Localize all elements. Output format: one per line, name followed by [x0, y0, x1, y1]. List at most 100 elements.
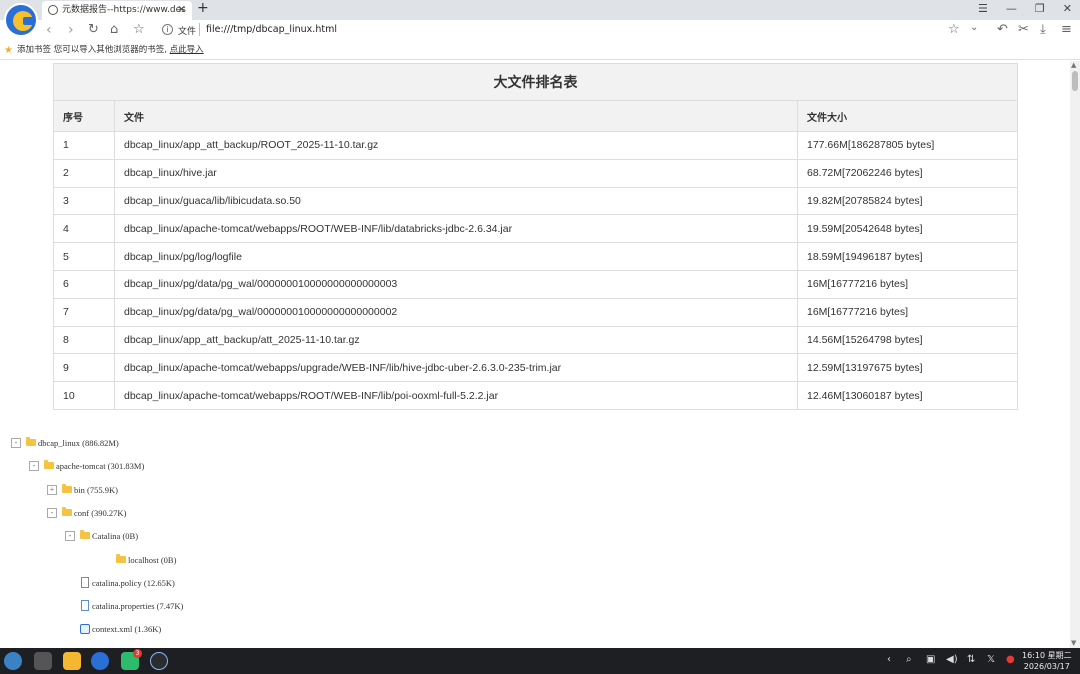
new-tab-icon[interactable]: + — [197, 0, 209, 16]
header-size: 文件大小 — [797, 100, 1018, 132]
task-view-icon[interactable] — [34, 652, 52, 670]
forward-icon[interactable]: › — [68, 20, 74, 40]
row-index: 6 — [53, 269, 115, 299]
table-header-row: 序号 文件 文件大小 — [53, 100, 1018, 132]
menu-icon[interactable]: ≡ — [1061, 22, 1072, 37]
collapse-toggle-icon[interactable]: - — [29, 461, 39, 472]
row-file-size: 16M[16777216 bytes] — [797, 269, 1018, 299]
home-icon[interactable]: ⌂ — [110, 20, 118, 40]
row-index: 7 — [53, 297, 115, 327]
browser-logo-icon[interactable] — [4, 3, 38, 37]
row-index: 3 — [53, 186, 115, 216]
tree-node-label: apache-tomcat (301.83M) — [56, 461, 145, 472]
address-bar[interactable]: file:///tmp/dbcap_linux.html — [206, 24, 337, 35]
tree-node[interactable]: catalina.properties (7.47K) — [0, 599, 600, 613]
import-bookmarks-link[interactable]: 点此导入 — [170, 45, 204, 55]
tree-node[interactable]: localhost (0B) — [0, 553, 600, 567]
row-index: 4 — [53, 214, 115, 244]
search-icon[interactable]: ⌕ — [906, 654, 912, 665]
row-file-path: dbcap_linux/apache-tomcat/webapps/upgrad… — [114, 353, 798, 383]
file-manager-icon[interactable] — [63, 652, 81, 670]
tree-node[interactable]: - apache-tomcat (301.83M) — [0, 459, 600, 473]
bookmark-hint: 添加书签 您可以导入其他浏览器的书签, — [17, 45, 167, 55]
tree-node[interactable]: - dbcap_linux (886.82M) — [0, 436, 600, 450]
folder-icon — [44, 460, 54, 470]
clock-date: 2026/03/17 — [1023, 662, 1070, 671]
table-row: 10 dbcap_linux/apache-tomcat/webapps/ROOT… — [53, 381, 1018, 410]
table-title: 大文件排名表 — [53, 63, 1018, 100]
folder-icon — [62, 506, 72, 516]
table-row: 8 dbcap_linux/app_att_backup/att_2025-11-… — [53, 325, 1018, 355]
tree-node-label: localhost (0B) — [128, 554, 177, 565]
info-icon[interactable]: i — [162, 24, 173, 35]
tree-node[interactable]: catalina.policy (12.65K) — [0, 576, 600, 590]
close-window-icon[interactable]: ✕ — [1063, 2, 1072, 15]
tray-expand-icon[interactable]: ‹ — [887, 654, 891, 665]
row-index: 10 — [53, 381, 115, 410]
folder-icon — [26, 437, 36, 446]
row-index: 5 — [53, 242, 115, 271]
row-file-path: dbcap_linux/hive.jar — [114, 158, 798, 188]
tree-node-label: dbcap_linux (886.82M) — [38, 438, 119, 448]
tree-node[interactable]: context.xml (1.36K) — [0, 622, 600, 636]
scissors-icon[interactable]: ✂ — [1018, 22, 1029, 37]
row-file-size: 12.59M[13197675 bytes] — [797, 353, 1018, 383]
scrollbar[interactable]: ▲ ▼ — [1070, 61, 1080, 648]
browser-tab[interactable]: 元数据报告--https://www.des — [42, 1, 192, 20]
tab-close-icon[interactable]: ✕ — [177, 3, 186, 16]
table-row: 9 dbcap_linux/apache-tomcat/webapps/upgra… — [53, 353, 1018, 383]
minimize-icon[interactable]: — — [1006, 2, 1017, 15]
bookmark-star-icon[interactable]: ☆ — [948, 22, 960, 37]
tree-node[interactable]: - conf (390.27K) — [0, 506, 600, 520]
menu-icon[interactable]: ☰ — [978, 2, 988, 15]
screen-icon[interactable]: ▣ — [926, 654, 935, 665]
folder-icon — [116, 553, 126, 563]
notification-icon[interactable]: ● — [1006, 654, 1015, 665]
tree-node-label: Catalina (0B) — [92, 531, 139, 542]
table-row: 2 dbcap_linux/hive.jar 68.72M[72062246 byt… — [53, 158, 1018, 188]
row-file-path: dbcap_linux/apache-tomcat/webapps/ROOT/W… — [114, 214, 798, 244]
volume-icon[interactable]: ◀) — [946, 654, 958, 665]
bookmark-star-icon: ★ — [4, 45, 13, 56]
restore-icon[interactable]: ❐ — [1035, 2, 1045, 15]
row-file-path: dbcap_linux/pg/data/pg_wal/0000000100000… — [114, 297, 798, 327]
download-icon[interactable]: ⤓ — [1040, 22, 1046, 37]
undo-icon[interactable]: ↶ — [997, 22, 1008, 37]
scroll-up-icon[interactable]: ▲ — [1071, 61, 1076, 69]
expand-toggle-icon[interactable]: + — [47, 484, 57, 495]
tree-node-label: context.xml (1.36K) — [92, 624, 162, 635]
network-icon[interactable]: ⇅ — [967, 654, 975, 665]
address-scheme-label: 文件 — [178, 27, 197, 37]
row-file-size: 19.59M[20542648 bytes] — [797, 214, 1018, 244]
collapse-toggle-icon[interactable]: - — [65, 531, 75, 542]
row-file-size: 68.72M[72062246 bytes] — [797, 158, 1018, 188]
tree-node[interactable]: + bin (755.9K) — [0, 483, 600, 497]
large-files-table: 大文件排名表 序号 文件 文件大小 1 dbcap_linux/app_att_b… — [53, 63, 1018, 410]
reload-icon[interactable]: ↻ — [88, 20, 99, 40]
system-clock[interactable]: 16:10 星期二 2026/03/17 — [1022, 650, 1072, 672]
scroll-down-icon[interactable]: ▼ — [1071, 639, 1076, 647]
properties-file-icon — [81, 600, 89, 612]
start-menu-icon[interactable] — [4, 652, 22, 670]
star-icon[interactable]: ☆ — [133, 20, 145, 40]
dropdown-icon[interactable]: ⌄ — [970, 22, 978, 33]
row-index: 9 — [53, 353, 115, 383]
tree-node[interactable]: - Catalina (0B) — [0, 529, 600, 543]
browser-taskbar-icon[interactable] — [91, 652, 109, 670]
header-index: 序号 — [53, 100, 115, 132]
row-file-path: dbcap_linux/pg/data/pg_wal/0000000100000… — [114, 269, 798, 299]
taskbar: 3 ‹ ⌕ ▣ ◀) ⇅ 𝕏 ● 16:10 星期二 2026/03/17 — [0, 648, 1080, 674]
back-icon[interactable]: ‹ — [46, 20, 52, 40]
voice-assistant-icon[interactable] — [150, 652, 168, 670]
row-file-size: 177.66M[186287805 bytes] — [797, 131, 1018, 160]
tab-title: 元数据报告--https://www.des — [62, 5, 186, 15]
navigation-toolbar: ‹ › ↻ ⌂ ☆ i 文件 file:///tmp/dbcap_linux.h… — [0, 20, 1080, 41]
collapse-toggle-icon[interactable]: - — [47, 507, 57, 518]
chat-app-icon[interactable]: 3 — [121, 649, 142, 670]
collapse-toggle-icon[interactable]: - — [11, 438, 21, 448]
table-row: 1 dbcap_linux/app_att_backup/ROOT_2025-11… — [53, 131, 1018, 160]
row-index: 2 — [53, 158, 115, 188]
row-file-size: 19.82M[20785824 bytes] — [797, 186, 1018, 216]
x-app-icon[interactable]: 𝕏 — [987, 654, 995, 665]
scroll-thumb[interactable] — [1072, 71, 1078, 91]
